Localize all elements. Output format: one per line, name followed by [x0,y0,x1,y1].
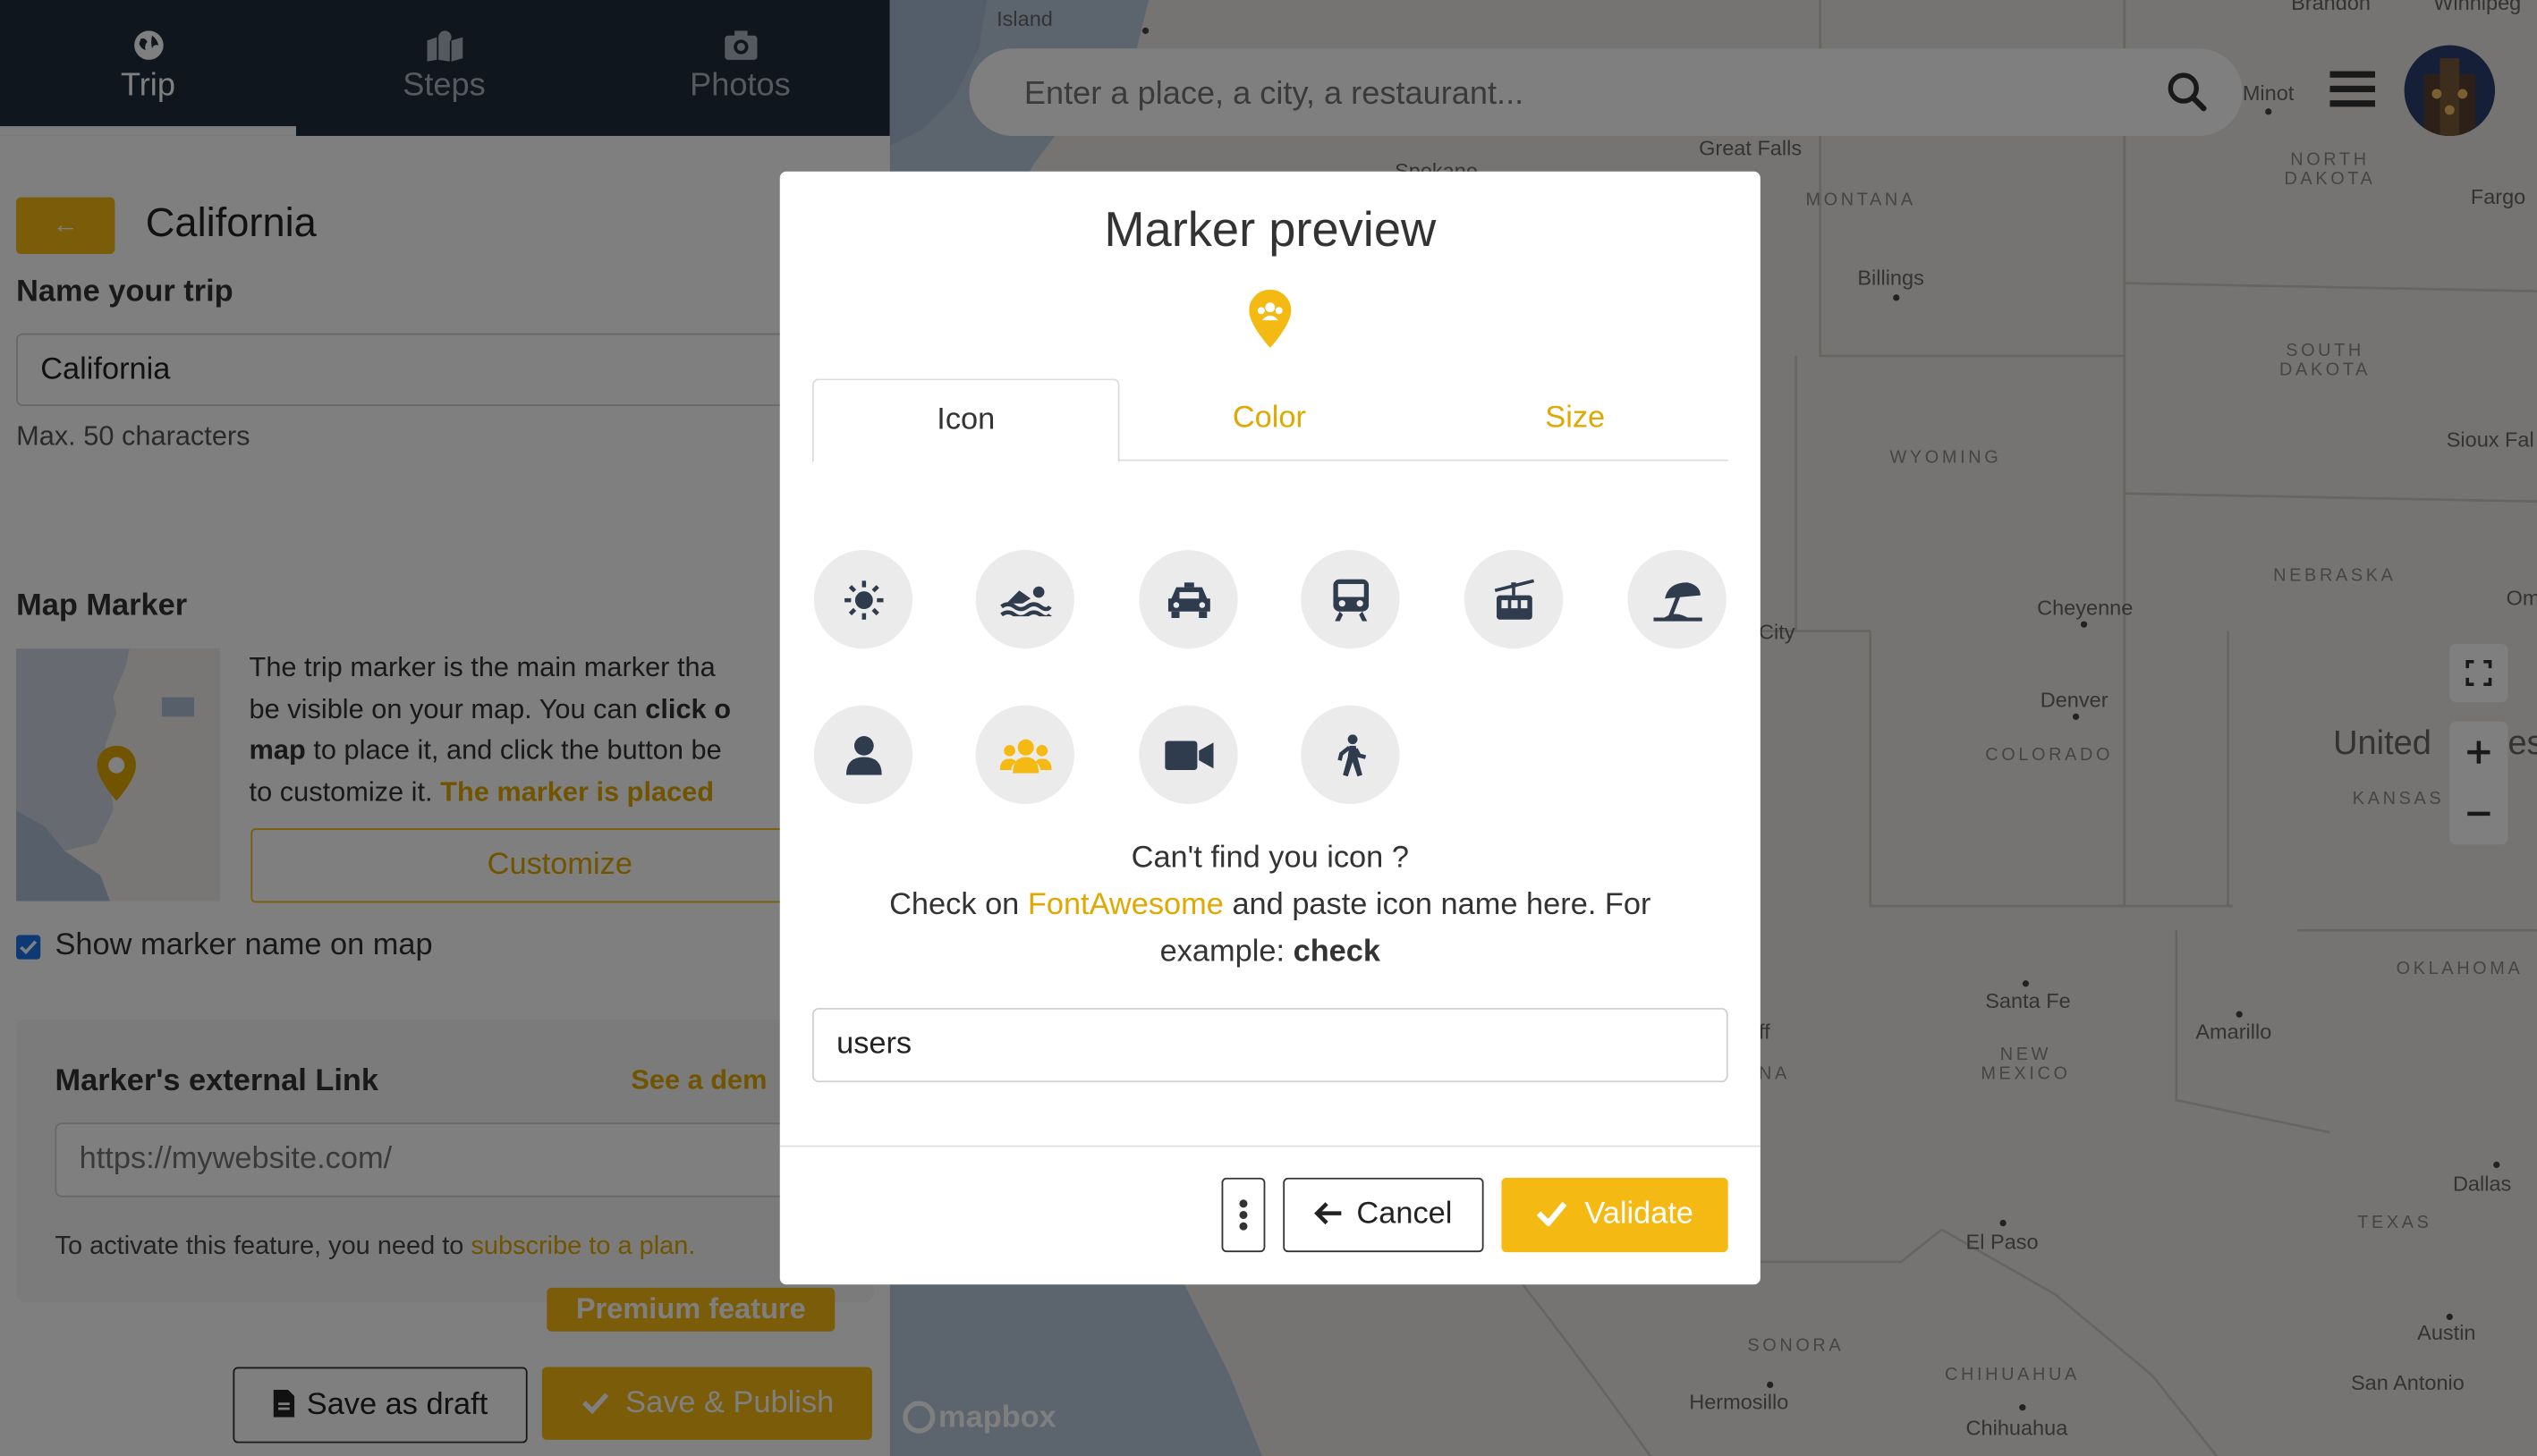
user-icon [845,735,881,775]
fontawesome-link[interactable]: FontAwesome [1028,888,1224,922]
more-options-button[interactable] [1221,1177,1266,1253]
icon-option-tram[interactable] [1464,550,1564,649]
icon-option-users[interactable] [975,705,1074,805]
help-example: check [1293,935,1381,969]
help-line-1: Can't find you icon ? [1131,841,1409,876]
train-icon [1332,578,1369,621]
tab-icon[interactable]: Icon [811,378,1120,463]
modal-title: Marker preview [1104,203,1437,258]
help-line-2a: Check on [889,888,1028,923]
tab-size[interactable]: Size [1422,378,1728,459]
icon-help-text: Can't find you icon ? Check on FontAweso… [812,834,1728,975]
validate-button[interactable]: Validate [1501,1177,1728,1253]
walking-icon [1336,733,1366,776]
icon-option-swimmer[interactable] [975,550,1074,649]
icon-name-input[interactable] [811,1007,1728,1083]
sun-icon [844,580,883,619]
tab-size-label: Size [1545,401,1606,436]
ellipsis-vertical-icon [1239,1199,1248,1231]
marker-preview-pin-icon [1249,289,1292,356]
icon-option-sun[interactable] [813,550,913,649]
validate-label: Validate [1584,1197,1693,1232]
swimmer-icon [999,585,1051,616]
marker-preview-modal: Marker preview Icon Color Size Can't fin… [779,171,1761,1285]
tab-color[interactable]: Color [1116,378,1422,459]
check-icon [1536,1198,1584,1232]
help-line-2b: and paste icon name here. For [1223,888,1651,923]
modal-footer-divider [779,1145,1761,1147]
umbrella-beach-icon [1652,581,1701,621]
icon-option-walking[interactable] [1301,705,1400,805]
tab-icon-label: Icon [937,402,996,437]
help-line-3a: example: [1159,935,1294,969]
tab-color-label: Color [1232,401,1306,436]
taxi-icon [1167,581,1209,618]
icon-option-user[interactable] [813,705,913,805]
arrow-left-icon [1314,1198,1356,1232]
icon-option-umbrella-beach[interactable] [1627,550,1727,649]
icon-option-taxi[interactable] [1139,550,1238,649]
cancel-label: Cancel [1356,1197,1453,1232]
icon-option-video[interactable] [1139,705,1238,805]
icon-option-train[interactable] [1301,550,1400,649]
tram-icon [1493,578,1534,619]
cancel-button[interactable]: Cancel [1283,1177,1484,1253]
video-icon [1164,740,1213,770]
users-icon [998,738,1051,773]
